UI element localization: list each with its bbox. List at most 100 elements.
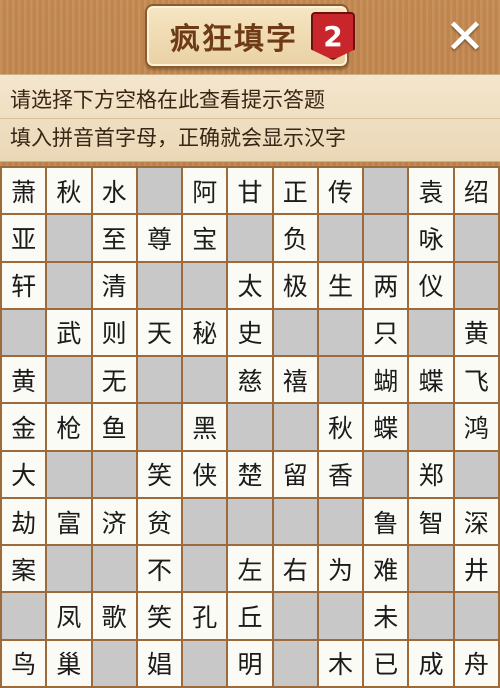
grid-cell-filled[interactable]: 鱼 bbox=[92, 404, 136, 450]
grid-cell-blank[interactable] bbox=[273, 498, 317, 545]
grid-cell-blank[interactable] bbox=[364, 215, 408, 261]
grid-cell-blank[interactable] bbox=[318, 309, 363, 356]
grid-cell-blank[interactable] bbox=[2, 593, 46, 639]
grid-cell-blank[interactable] bbox=[137, 262, 182, 308]
grid-cell-blank[interactable] bbox=[92, 546, 136, 592]
grid-cell-filled[interactable]: 飞 bbox=[454, 357, 498, 403]
grid-cell-filled[interactable]: 清 bbox=[92, 262, 136, 308]
grid-cell-filled[interactable]: 贫 bbox=[137, 498, 182, 545]
grid-cell-blank[interactable] bbox=[273, 640, 317, 686]
grid-cell-filled[interactable]: 丘 bbox=[228, 593, 272, 639]
grid-cell-filled[interactable]: 两 bbox=[364, 262, 408, 308]
grid-cell-filled[interactable]: 左 bbox=[228, 546, 272, 592]
grid-cell-blank[interactable] bbox=[92, 451, 136, 497]
grid-cell-filled[interactable]: 鲁 bbox=[364, 498, 408, 545]
grid-cell-blank[interactable] bbox=[92, 640, 136, 686]
grid-cell-filled[interactable]: 咏 bbox=[409, 215, 453, 261]
grid-cell-filled[interactable]: 笑 bbox=[137, 451, 182, 497]
grid-cell-filled[interactable]: 袁 bbox=[409, 168, 453, 214]
grid-cell-filled[interactable]: 绍 bbox=[454, 168, 498, 214]
grid-cell-blank[interactable] bbox=[409, 309, 453, 356]
grid-cell-filled[interactable]: 歌 bbox=[92, 593, 136, 639]
grid-cell-filled[interactable]: 木 bbox=[318, 640, 363, 686]
close-button[interactable]: ✕ bbox=[444, 13, 486, 61]
grid-cell-filled[interactable]: 无 bbox=[92, 357, 136, 403]
grid-cell-blank[interactable] bbox=[273, 593, 317, 639]
grid-cell-filled[interactable]: 亚 bbox=[2, 215, 46, 261]
grid-cell-filled[interactable]: 楚 bbox=[228, 451, 272, 497]
grid-cell-blank[interactable] bbox=[47, 215, 91, 261]
grid-cell-blank[interactable] bbox=[183, 498, 227, 545]
grid-cell-blank[interactable] bbox=[364, 451, 408, 497]
grid-cell-filled[interactable]: 正 bbox=[273, 168, 317, 214]
grid-cell-filled[interactable]: 巢 bbox=[47, 640, 91, 686]
grid-cell-filled[interactable]: 黄 bbox=[454, 309, 498, 356]
grid-cell-blank[interactable] bbox=[454, 215, 498, 261]
grid-cell-blank[interactable] bbox=[183, 546, 227, 592]
grid-cell-filled[interactable]: 金 bbox=[2, 404, 46, 450]
grid-cell-filled[interactable]: 舟 bbox=[454, 640, 498, 686]
grid-cell-blank[interactable] bbox=[409, 593, 453, 639]
grid-cell-blank[interactable] bbox=[183, 640, 227, 686]
grid-cell-blank[interactable] bbox=[47, 357, 91, 403]
grid-cell-filled[interactable]: 秘 bbox=[183, 309, 227, 356]
grid-cell-filled[interactable]: 生 bbox=[318, 262, 363, 308]
grid-cell-filled[interactable]: 笑 bbox=[137, 593, 182, 639]
grid-cell-filled[interactable]: 仪 bbox=[409, 262, 453, 308]
grid-cell-blank[interactable] bbox=[47, 451, 91, 497]
grid-cell-blank[interactable] bbox=[228, 498, 272, 545]
grid-cell-filled[interactable]: 凤 bbox=[47, 593, 91, 639]
grid-cell-filled[interactable]: 枪 bbox=[47, 404, 91, 450]
grid-cell-filled[interactable]: 蝶 bbox=[409, 357, 453, 403]
grid-cell-filled[interactable]: 天 bbox=[137, 309, 182, 356]
grid-cell-blank[interactable] bbox=[318, 498, 363, 545]
grid-cell-filled[interactable]: 济 bbox=[92, 498, 136, 545]
grid-cell-blank[interactable] bbox=[409, 404, 453, 450]
grid-cell-filled[interactable]: 成 bbox=[409, 640, 453, 686]
grid-cell-blank[interactable] bbox=[318, 215, 363, 261]
grid-cell-filled[interactable]: 黄 bbox=[2, 357, 46, 403]
grid-cell-filled[interactable]: 萧 bbox=[2, 168, 46, 214]
grid-cell-filled[interactable]: 井 bbox=[454, 546, 498, 592]
grid-cell-blank[interactable] bbox=[409, 546, 453, 592]
grid-cell-blank[interactable] bbox=[318, 357, 363, 403]
grid-cell-filled[interactable]: 秋 bbox=[318, 404, 363, 450]
grid-cell-filled[interactable]: 已 bbox=[364, 640, 408, 686]
grid-cell-filled[interactable]: 深 bbox=[454, 498, 498, 545]
grid-cell-filled[interactable]: 甘 bbox=[228, 168, 272, 214]
grid-cell-filled[interactable]: 富 bbox=[47, 498, 91, 545]
grid-cell-filled[interactable]: 负 bbox=[273, 215, 317, 261]
grid-cell-filled[interactable]: 为 bbox=[318, 546, 363, 592]
grid-cell-blank[interactable] bbox=[137, 168, 182, 214]
grid-cell-filled[interactable]: 史 bbox=[228, 309, 272, 356]
grid-cell-filled[interactable]: 蝶 bbox=[364, 404, 408, 450]
grid-cell-filled[interactable]: 禧 bbox=[273, 357, 317, 403]
grid-cell-blank[interactable] bbox=[273, 309, 317, 356]
grid-cell-blank[interactable] bbox=[454, 451, 498, 497]
grid-cell-blank[interactable] bbox=[364, 168, 408, 214]
grid-cell-filled[interactable]: 慈 bbox=[228, 357, 272, 403]
grid-cell-filled[interactable]: 太 bbox=[228, 262, 272, 308]
grid-cell-blank[interactable] bbox=[454, 593, 498, 639]
grid-cell-blank[interactable] bbox=[228, 404, 272, 450]
grid-cell-filled[interactable]: 难 bbox=[364, 546, 408, 592]
grid-cell-filled[interactable]: 明 bbox=[228, 640, 272, 686]
grid-cell-filled[interactable]: 宝 bbox=[183, 215, 227, 261]
grid-cell-filled[interactable]: 右 bbox=[273, 546, 317, 592]
grid-cell-filled[interactable]: 尊 bbox=[137, 215, 182, 261]
grid-cell-filled[interactable]: 蝴 bbox=[364, 357, 408, 403]
grid-cell-filled[interactable]: 香 bbox=[318, 451, 363, 497]
grid-cell-filled[interactable]: 极 bbox=[273, 262, 317, 308]
grid-cell-blank[interactable] bbox=[183, 262, 227, 308]
grid-cell-filled[interactable]: 水 bbox=[92, 168, 136, 214]
grid-cell-filled[interactable]: 郑 bbox=[409, 451, 453, 497]
grid-cell-filled[interactable]: 孔 bbox=[183, 593, 227, 639]
grid-cell-filled[interactable]: 娼 bbox=[137, 640, 182, 686]
grid-cell-filled[interactable]: 劫 bbox=[2, 498, 46, 545]
grid-cell-filled[interactable]: 留 bbox=[273, 451, 317, 497]
grid-cell-filled[interactable]: 鸟 bbox=[2, 640, 46, 686]
grid-cell-filled[interactable]: 至 bbox=[92, 215, 136, 261]
grid-cell-filled[interactable]: 阿 bbox=[183, 168, 227, 214]
grid-cell-filled[interactable]: 则 bbox=[92, 309, 136, 356]
grid-cell-filled[interactable]: 鸿 bbox=[454, 404, 498, 450]
